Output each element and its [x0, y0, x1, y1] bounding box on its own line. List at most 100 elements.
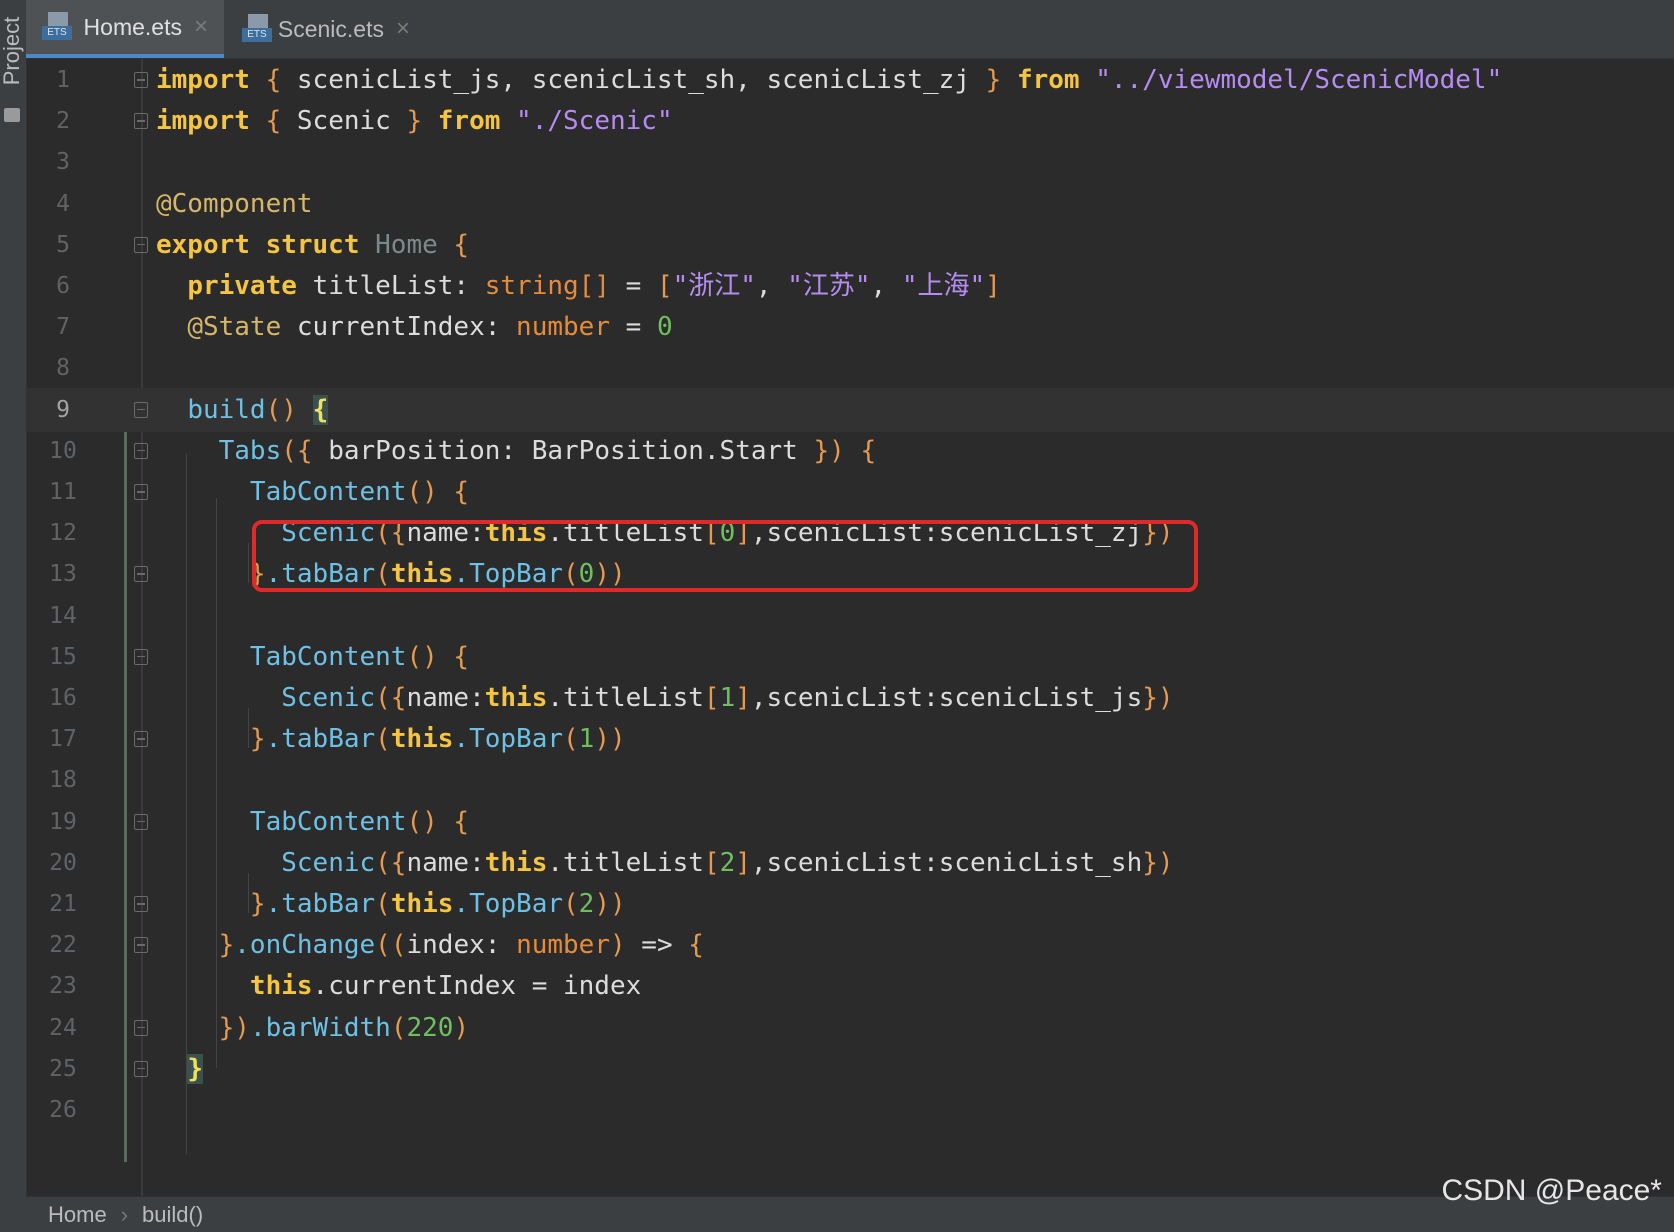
code-text[interactable]: build() {	[156, 388, 329, 432]
code-line[interactable]: 21 }.tabBar(this.TopBar(2))	[26, 882, 1674, 926]
tab-scenic-ets[interactable]: ETS Scenic.ets ×	[226, 0, 426, 58]
code-text[interactable]: Scenic({name:this.titleList[2],scenicLis…	[156, 841, 1173, 885]
fold-toggle-icon[interactable]	[134, 566, 148, 583]
code-line[interactable]: 23 this.currentIndex = index	[26, 964, 1674, 1008]
fold-toggle-icon[interactable]	[134, 72, 148, 88]
code-line[interactable]: 16 Scenic({name:this.titleList[1],scenic…	[26, 676, 1674, 720]
line-number: 1	[56, 67, 70, 93]
code-token: }) {	[813, 435, 877, 466]
code-line[interactable]: 22 }.onChange((index: number) => {	[26, 923, 1674, 967]
fold-toggle-icon[interactable]	[134, 484, 148, 500]
code-token: scenicList_js, scenicList_sh, scenicList…	[296, 65, 970, 95]
fold-toggle-icon[interactable]	[134, 813, 148, 830]
code-line[interactable]: 6 private titleList: string[] = ["浙江", "…	[26, 264, 1674, 308]
code-line[interactable]: 26	[26, 1088, 1674, 1132]
fold-toggle-icon[interactable]	[134, 442, 148, 459]
code-line[interactable]: 4 @Component	[26, 182, 1674, 226]
line-number: 7	[56, 314, 70, 341]
code-line[interactable]: 1 import { scenicList_js, scenicList_sh, …	[26, 58, 1674, 102]
fold-toggle-icon[interactable]	[134, 1060, 148, 1077]
code-line[interactable]: 11 TabContent() {	[26, 470, 1674, 514]
indent-guide	[216, 498, 217, 1068]
code-token: Tabs	[218, 435, 282, 466]
code-text[interactable]: }.tabBar(this.TopBar(2))	[156, 882, 626, 926]
code-line[interactable]: 14	[26, 594, 1674, 638]
code-token: .tabBar	[265, 724, 376, 755]
code-text[interactable]: Scenic({name:this.titleList[1],scenicLis…	[156, 676, 1173, 720]
code-line[interactable]: 15 TabContent() {	[26, 635, 1674, 679]
close-icon[interactable]: ×	[396, 15, 410, 43]
fold-toggle-icon[interactable]	[134, 896, 148, 912]
code-text[interactable]: export struct Home {	[156, 223, 469, 267]
fold-toggle-icon[interactable]	[134, 401, 148, 418]
code-token: ]	[735, 683, 751, 713]
code-token: }	[249, 724, 266, 755]
code-text[interactable]: }).barWidth(220)	[156, 1006, 469, 1050]
code-line[interactable]: 3	[26, 140, 1674, 184]
code-token: .tabBar	[265, 889, 376, 919]
indent-guide	[248, 873, 249, 913]
code-token: from	[1016, 65, 1080, 95]
code-line[interactable]: 24 }).barWidth(220)	[26, 1006, 1674, 1050]
code-token: Scenic	[296, 106, 391, 137]
project-tool-window-label[interactable]: Project	[0, 17, 25, 85]
code-text[interactable]: @Component	[156, 182, 313, 226]
fold-toggle-icon[interactable]	[134, 1019, 148, 1036]
code-line[interactable]: 10 Tabs({ barPosition: BarPosition.Start…	[26, 429, 1674, 473]
code-token: () {	[406, 806, 470, 837]
code-token: ()	[265, 394, 313, 425]
code-line[interactable]: 19 TabContent() {	[26, 800, 1674, 844]
code-token: }	[218, 930, 235, 961]
code-token: build	[187, 394, 266, 425]
fold-toggle-icon[interactable]	[134, 731, 148, 748]
fold-toggle-icon[interactable]	[134, 648, 148, 665]
code-line[interactable]: 18	[26, 758, 1674, 802]
line-number: 5	[56, 231, 70, 258]
code-token: TabContent	[249, 641, 407, 672]
code-token: ({	[375, 847, 407, 878]
code-text[interactable]: Tabs({ barPosition: BarPosition.Start })…	[156, 429, 876, 473]
code-token: titleList:	[312, 271, 485, 301]
code-token: )	[453, 1012, 470, 1043]
line-number: 4	[56, 190, 70, 217]
code-text[interactable]: this.currentIndex = index	[156, 964, 641, 1008]
code-text[interactable]: }	[156, 1047, 203, 1091]
code-text[interactable]: TabContent() {	[156, 800, 469, 844]
code-line[interactable]: 8	[26, 346, 1674, 390]
breadcrumb-item-build[interactable]: build()	[142, 1202, 203, 1228]
breadcrumb: Home › build()	[26, 1196, 1674, 1232]
code-token: 2	[719, 847, 736, 878]
code-text[interactable]: private titleList: string[] = ["浙江", "江苏…	[156, 264, 1001, 308]
close-icon[interactable]: ×	[194, 13, 208, 41]
code-text[interactable]: @State currentIndex: number = 0	[156, 305, 672, 349]
code-token: @Component	[156, 188, 313, 219]
code-token: "../viewmodel/ScenicModel"	[1079, 65, 1503, 95]
ets-file-icon: ETS	[42, 12, 72, 42]
fold-toggle-icon[interactable]	[134, 937, 148, 954]
tab-home-ets[interactable]: ETS Home.ets ×	[26, 0, 224, 58]
code-text[interactable]: import { scenicList_js, scenicList_sh, s…	[156, 58, 1502, 102]
code-line[interactable]: 5 export struct Home {	[26, 223, 1674, 267]
project-sidebar[interactable]: Project	[0, 0, 27, 1232]
line-number: 24	[49, 1014, 77, 1041]
code-text[interactable]: }.onChange((index: number) => {	[156, 923, 704, 967]
breadcrumb-item-home[interactable]: Home	[48, 1202, 107, 1228]
code-text[interactable]: TabContent() {	[156, 470, 469, 514]
fold-toggle-icon[interactable]	[134, 113, 148, 130]
code-token: @State	[187, 312, 297, 343]
code-line[interactable]: 25 }	[26, 1047, 1674, 1091]
code-line[interactable]: 9 build() {	[26, 387, 1674, 432]
code-text[interactable]: }.tabBar(this.TopBar(1))	[156, 717, 626, 761]
code-editor[interactable]: 1 import { scenicList_js, scenicList_sh, …	[26, 58, 1674, 1196]
code-line[interactable]: 20 Scenic({name:this.titleList[2],scenic…	[26, 841, 1674, 885]
code-line[interactable]: 2 import { Scenic } from "./Scenic"	[26, 99, 1674, 143]
fold-toggle-icon[interactable]	[134, 236, 148, 253]
code-text[interactable]: import { Scenic } from "./Scenic"	[156, 99, 673, 143]
code-token: .titleList	[547, 847, 704, 878]
code-text[interactable]: TabContent() {	[156, 635, 469, 679]
code-line[interactable]: 17 }.tabBar(this.TopBar(1))	[26, 717, 1674, 761]
code-line[interactable]: 7 @State currentIndex: number = 0	[26, 305, 1674, 349]
